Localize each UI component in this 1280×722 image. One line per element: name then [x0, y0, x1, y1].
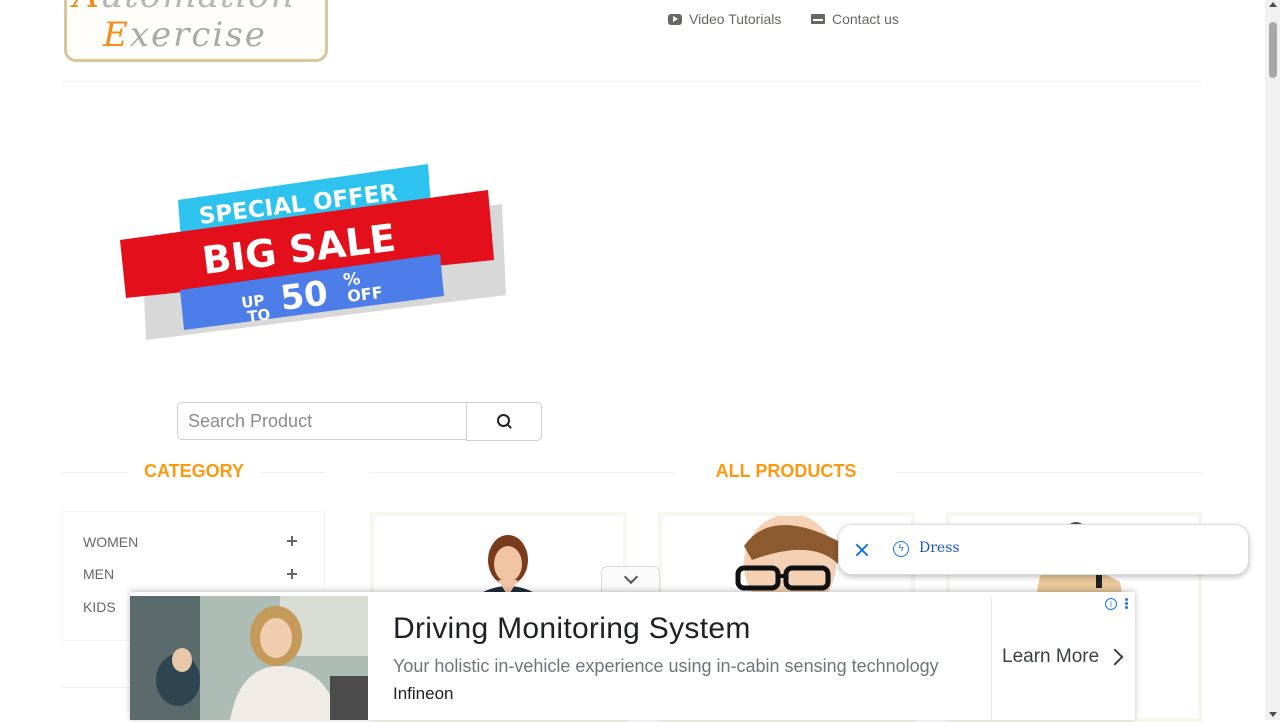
- logo-line-1: Automation: [73, 0, 295, 16]
- category-item-kids[interactable]: KIDS: [83, 599, 116, 615]
- learn-more-label: Learn More: [1002, 646, 1100, 667]
- ad-banner[interactable]: Driving Monitoring System Your holistic …: [130, 592, 1135, 720]
- dress-suggestion-popup[interactable]: ϟ Dress: [838, 524, 1249, 575]
- nav-video-tutorials[interactable]: Video Tutorials: [668, 10, 781, 28]
- plus-icon[interactable]: [287, 569, 297, 579]
- products-title-line-left: [370, 472, 676, 473]
- bolt-icon: ϟ: [893, 541, 909, 557]
- envelope-icon: [811, 14, 825, 24]
- scroll-down-arrow-icon[interactable]: [1269, 712, 1277, 717]
- sale-banner: SPECIAL OFFER BIG SALE UP TO 50 % OFF: [120, 164, 506, 340]
- to-text: TO: [246, 305, 271, 326]
- category-title-line-left: [62, 472, 128, 473]
- ad-more-options-icon[interactable]: [1125, 598, 1128, 610]
- logo-line-2: Exercise: [103, 15, 267, 55]
- chevron-down-icon: [623, 569, 638, 585]
- nav-contact-us[interactable]: Contact us: [811, 10, 899, 28]
- youtube-icon: [668, 13, 682, 25]
- vertical-scrollbar[interactable]: [1265, 0, 1280, 720]
- category-title: CATEGORY: [143, 461, 244, 481]
- products-title-line-right: [896, 472, 1202, 473]
- nav-video-tutorials-label: Video Tutorials: [689, 11, 782, 27]
- learn-more-button[interactable]: Learn More: [1002, 646, 1124, 668]
- nav-contact-us-label: Contact us: [832, 11, 899, 27]
- scrollbar-thumb[interactable]: [1269, 22, 1277, 78]
- category-item-men[interactable]: MEN: [83, 566, 114, 582]
- ad-image: [130, 596, 368, 720]
- search-input[interactable]: [177, 402, 467, 440]
- search-button[interactable]: [466, 402, 542, 441]
- search-icon: [496, 414, 510, 427]
- ad-collapse-button[interactable]: [601, 566, 660, 593]
- percent-value-text: 50: [278, 273, 330, 318]
- ad-title[interactable]: Driving Monitoring System: [393, 612, 751, 646]
- ad-brand: Infineon: [393, 684, 454, 703]
- plus-icon[interactable]: [287, 536, 297, 546]
- ad-divider: [991, 596, 992, 720]
- ad-description: Your holistic in-vehicle experience usin…: [393, 656, 939, 676]
- all-products-title: ALL PRODUCTS: [715, 461, 857, 481]
- chevron-right-icon: [1106, 648, 1124, 666]
- scroll-up-arrow-icon[interactable]: [1269, 2, 1277, 7]
- dress-suggestion-text[interactable]: Dress: [919, 540, 960, 556]
- category-title-line-right: [260, 472, 325, 473]
- header-divider: [62, 81, 1202, 82]
- site-logo[interactable]: Automation Exercise: [64, 0, 328, 62]
- ad-info-icon[interactable]: i: [1105, 598, 1117, 610]
- close-icon[interactable]: [855, 543, 869, 557]
- category-item-women[interactable]: WOMEN: [83, 534, 138, 550]
